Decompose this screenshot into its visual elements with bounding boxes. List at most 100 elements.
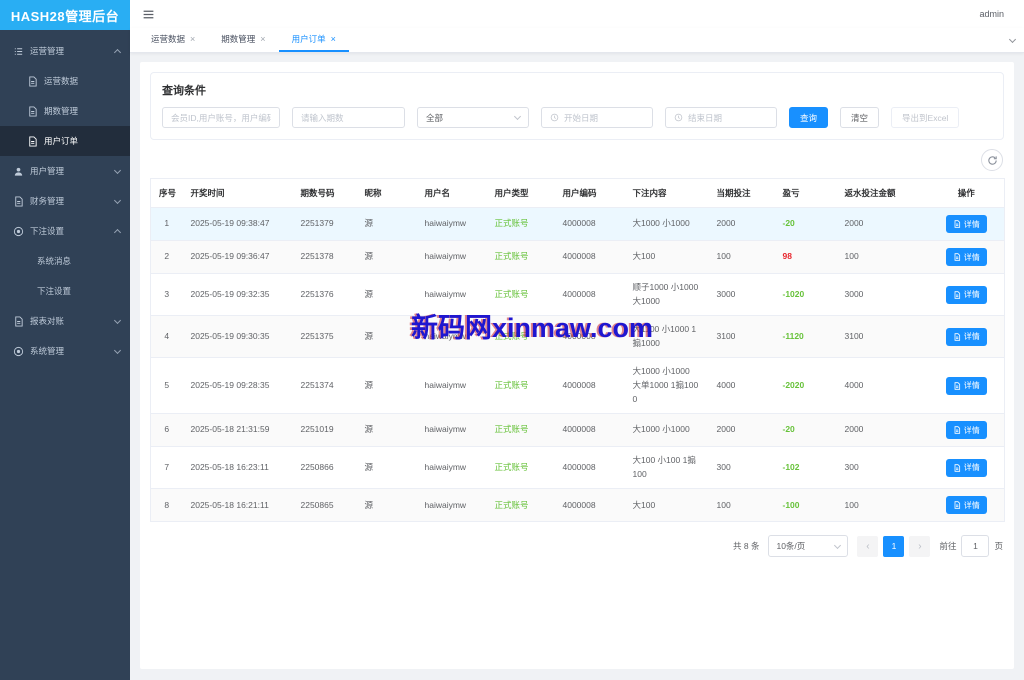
- close-icon[interactable]: ×: [331, 35, 336, 44]
- cell-nickname: 源: [357, 316, 417, 358]
- goto-label: 前往: [939, 540, 956, 552]
- detail-button[interactable]: 详情: [946, 248, 987, 266]
- sidebar-item-finance[interactable]: 财务管理: [0, 186, 130, 216]
- detail-button[interactable]: 详情: [946, 286, 987, 304]
- sidebar-item-user-management[interactable]: 用户管理: [0, 156, 130, 186]
- cell-nickname: 源: [357, 447, 417, 489]
- sidebar-item-bet-settings[interactable]: 下注设置: [0, 216, 130, 246]
- chevron-up-icon: [114, 49, 121, 56]
- sidebar-item-bet-settings-sub[interactable]: 下注设置: [0, 276, 130, 306]
- cell-bet-amount: 3000: [709, 274, 775, 316]
- page-size-value: 10条/页: [776, 540, 805, 552]
- sidebar-item-system-messages[interactable]: 系统消息: [0, 246, 130, 276]
- sidebar-item-user-orders[interactable]: 用户订单: [0, 126, 130, 156]
- cell-rebate: 2000: [837, 208, 929, 241]
- col-header-index: 序号: [151, 179, 183, 208]
- cell-username: haiwaiymw: [417, 414, 487, 447]
- pagination: 共 8 条 10条/页 ‹ 1 › 前往 页: [150, 535, 1004, 557]
- cell-draw-time: 2025-05-19 09:30:35: [183, 316, 293, 358]
- next-page-button[interactable]: ›: [909, 536, 930, 557]
- sidebar-item-operations[interactable]: 运营管理: [0, 36, 130, 66]
- detail-button[interactable]: 详情: [946, 421, 987, 439]
- chevron-down-icon: [514, 113, 521, 120]
- cell-bet-content: 大100: [625, 241, 709, 274]
- sidebar-item-report-reconciliation[interactable]: 报表对账: [0, 306, 130, 336]
- tab-overflow-button[interactable]: [1006, 28, 1019, 52]
- cell-user-type: 正式账号: [487, 208, 555, 241]
- cell-username: haiwaiymw: [417, 358, 487, 414]
- cell-nickname: 源: [357, 358, 417, 414]
- main-area: admin 运营数据 × 期数管理 × 用户订单 × 查询: [130, 0, 1024, 680]
- cell-username: haiwaiymw: [417, 274, 487, 316]
- orders-table: 序号 开奖时间 期数号码 昵称 用户名 用户类型 用户编码 下注内容 当期投注 …: [150, 178, 1005, 522]
- tab-operations-data[interactable]: 运营数据 ×: [138, 28, 208, 52]
- cell-user-code: 4000008: [555, 414, 625, 447]
- chevron-up-icon: [114, 229, 121, 236]
- hamburger-icon[interactable]: [142, 8, 155, 21]
- cell-profit: -1020: [783, 289, 805, 299]
- detail-button[interactable]: 详情: [946, 377, 987, 395]
- cell-period: 2251375: [293, 316, 357, 358]
- search-button[interactable]: 查询: [789, 107, 828, 128]
- clear-button[interactable]: 清空: [840, 107, 879, 128]
- tab-period-management[interactable]: 期数管理 ×: [208, 28, 278, 52]
- document-icon: [953, 426, 961, 434]
- cell-bet-content: 大1000 小1000: [625, 208, 709, 241]
- cell-index: 8: [151, 489, 183, 522]
- cell-user-code: 4000008: [555, 208, 625, 241]
- period-input[interactable]: [292, 107, 405, 128]
- detail-button[interactable]: 详情: [946, 459, 987, 477]
- sidebar-item-label: 财务管理: [30, 195, 115, 207]
- close-icon[interactable]: ×: [190, 35, 195, 44]
- start-date-placeholder: 开始日期: [564, 112, 598, 124]
- col-header-profit: 盈亏: [775, 179, 837, 208]
- export-excel-button[interactable]: 导出到Excel: [891, 107, 959, 128]
- cell-period: 2250866: [293, 447, 357, 489]
- refresh-icon: [987, 155, 998, 166]
- page-size-select[interactable]: 10条/页: [768, 535, 848, 557]
- cell-username: haiwaiymw: [417, 447, 487, 489]
- sidebar: HASH28管理后台 运营管理 运营数据 期数管理 用户订单 用户管理: [0, 0, 130, 680]
- detail-button[interactable]: 详情: [946, 496, 987, 514]
- cell-user-code: 4000008: [555, 316, 625, 358]
- query-conditions-box: 查询条件 全部 开始日期: [150, 72, 1004, 140]
- cell-draw-time: 2025-05-18 16:23:11: [183, 447, 293, 489]
- prev-page-button[interactable]: ‹: [857, 536, 878, 557]
- sidebar-item-system-management[interactable]: 系统管理: [0, 336, 130, 366]
- cell-profit: -102: [783, 462, 800, 472]
- table-row: 4 2025-05-19 09:30:35 2251375 源 haiwaiym…: [151, 316, 1005, 358]
- sidebar-item-period-management[interactable]: 期数管理: [0, 96, 130, 126]
- cell-profit: -20: [783, 218, 795, 228]
- goto-page-input[interactable]: [961, 535, 989, 557]
- cell-nickname: 源: [357, 274, 417, 316]
- document-icon: [13, 316, 24, 327]
- sidebar-menu: 运营管理 运营数据 期数管理 用户订单 用户管理 财务: [0, 30, 130, 366]
- col-header-nickname: 昵称: [357, 179, 417, 208]
- chevron-down-icon: [834, 542, 841, 549]
- cell-bet-content: 大1000 小1000: [625, 414, 709, 447]
- end-date-picker[interactable]: 结束日期: [665, 107, 777, 128]
- clock-icon: [550, 113, 559, 122]
- current-page-button[interactable]: 1: [883, 536, 904, 557]
- col-header-draw-time: 开奖时间: [183, 179, 293, 208]
- detail-button-label: 详情: [964, 219, 980, 230]
- page-buttons: ‹ 1 ›: [857, 536, 930, 557]
- refresh-button[interactable]: [981, 149, 1003, 171]
- tab-user-orders[interactable]: 用户订单 ×: [279, 28, 349, 52]
- cell-user-type: 正式账号: [487, 489, 555, 522]
- top-bar: admin: [130, 0, 1024, 28]
- cell-index: 1: [151, 208, 183, 241]
- sidebar-item-operations-data[interactable]: 运营数据: [0, 66, 130, 96]
- detail-button[interactable]: 详情: [946, 328, 987, 346]
- sidebar-item-label: 运营管理: [30, 45, 115, 57]
- col-header-user-code: 用户编码: [555, 179, 625, 208]
- user-type-select[interactable]: 全部: [417, 107, 529, 128]
- close-icon[interactable]: ×: [260, 35, 265, 44]
- document-icon: [27, 106, 38, 117]
- sidebar-item-label: 用户管理: [30, 165, 115, 177]
- user-menu[interactable]: admin: [979, 9, 1004, 19]
- cell-rebate: 2000: [837, 414, 929, 447]
- start-date-picker[interactable]: 开始日期: [541, 107, 653, 128]
- detail-button[interactable]: 详情: [946, 215, 987, 233]
- member-search-input[interactable]: [162, 107, 280, 128]
